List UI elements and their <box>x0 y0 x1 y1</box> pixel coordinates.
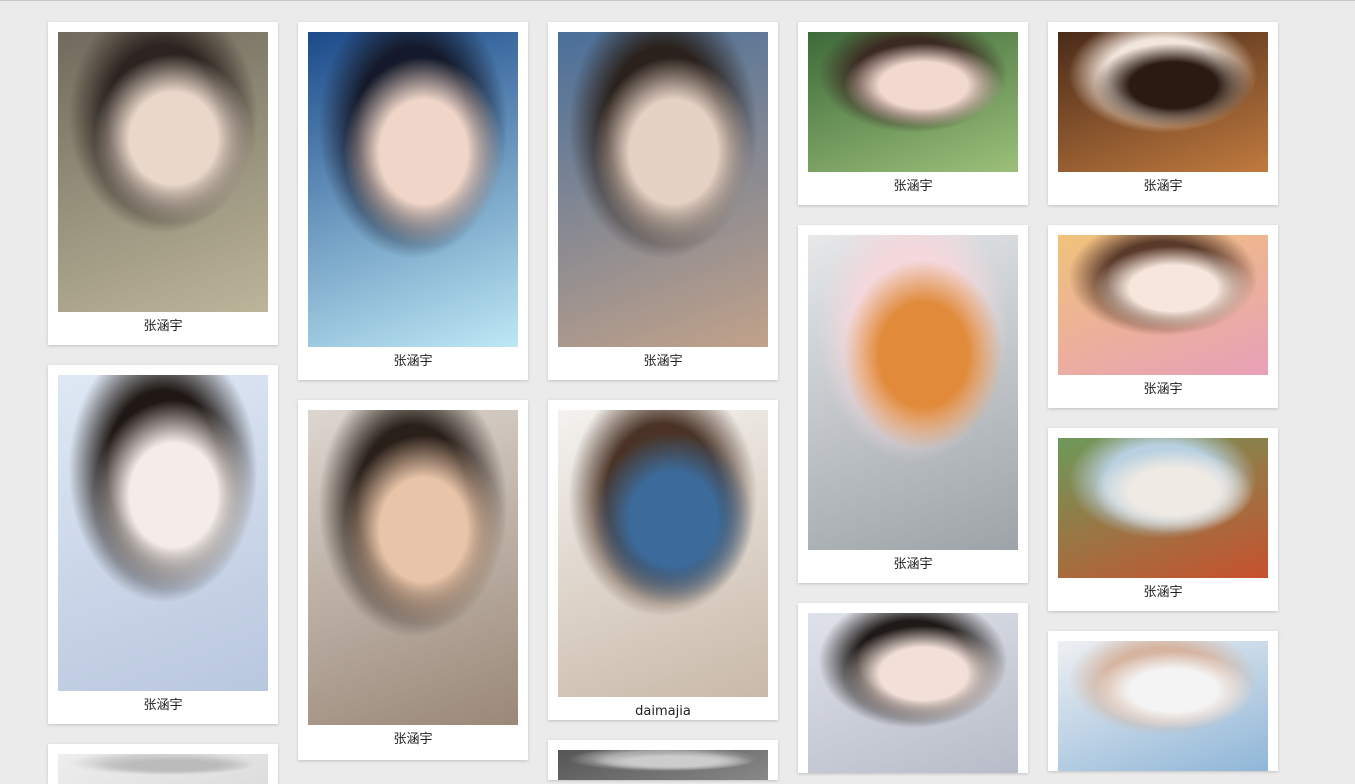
photo-caption: 张涵宇 <box>1143 179 1183 194</box>
photo-card[interactable] <box>48 744 278 784</box>
top-border <box>0 0 1355 1</box>
photo-card[interactable]: 张涵宇 <box>798 225 1028 583</box>
photo-image[interactable] <box>1058 438 1268 578</box>
photo-card[interactable]: 张涵宇 <box>298 22 528 380</box>
photo-card[interactable]: 张涵宇 <box>548 22 778 380</box>
photo-card[interactable] <box>798 603 1028 773</box>
photo-image[interactable] <box>808 613 1018 773</box>
photo-caption: 张涵宇 <box>393 354 433 369</box>
photo-caption: 张涵宇 <box>643 354 683 369</box>
photo-image[interactable] <box>1058 641 1268 771</box>
photo-caption: 张涵宇 <box>1143 585 1183 600</box>
photo-card[interactable]: 张涵宇 <box>48 365 278 724</box>
photo-card[interactable]: daimajia <box>548 400 778 720</box>
photo-card[interactable] <box>548 740 778 780</box>
photo-image[interactable] <box>808 235 1018 550</box>
photo-card[interactable]: 张涵宇 <box>1048 428 1278 611</box>
photo-caption: 张涵宇 <box>1143 382 1183 397</box>
photo-image[interactable] <box>308 32 518 347</box>
photo-caption: 张涵宇 <box>893 557 933 572</box>
photo-image[interactable] <box>808 32 1018 172</box>
photo-image[interactable] <box>1058 32 1268 172</box>
photo-caption: 张涵宇 <box>393 732 433 747</box>
photo-card[interactable]: 张涵宇 <box>48 22 278 345</box>
photo-image[interactable] <box>58 32 268 312</box>
photo-image[interactable] <box>58 375 268 691</box>
photo-image[interactable] <box>558 750 768 780</box>
photo-image[interactable] <box>1058 235 1268 375</box>
photo-caption: 张涵宇 <box>143 319 183 334</box>
photo-card[interactable] <box>1048 631 1278 771</box>
photo-caption: 张涵宇 <box>893 179 933 194</box>
photo-image[interactable] <box>558 410 768 697</box>
photo-image[interactable] <box>558 32 768 347</box>
photo-caption: 张涵宇 <box>143 698 183 713</box>
photo-card[interactable]: 张涵宇 <box>798 22 1028 205</box>
photo-card[interactable]: 张涵宇 <box>298 400 528 760</box>
photo-image[interactable] <box>58 754 268 784</box>
photo-card[interactable]: 张涵宇 <box>1048 225 1278 408</box>
photo-image[interactable] <box>308 410 518 725</box>
photo-caption: daimajia <box>635 704 691 719</box>
photo-card[interactable]: 张涵宇 <box>1048 22 1278 205</box>
